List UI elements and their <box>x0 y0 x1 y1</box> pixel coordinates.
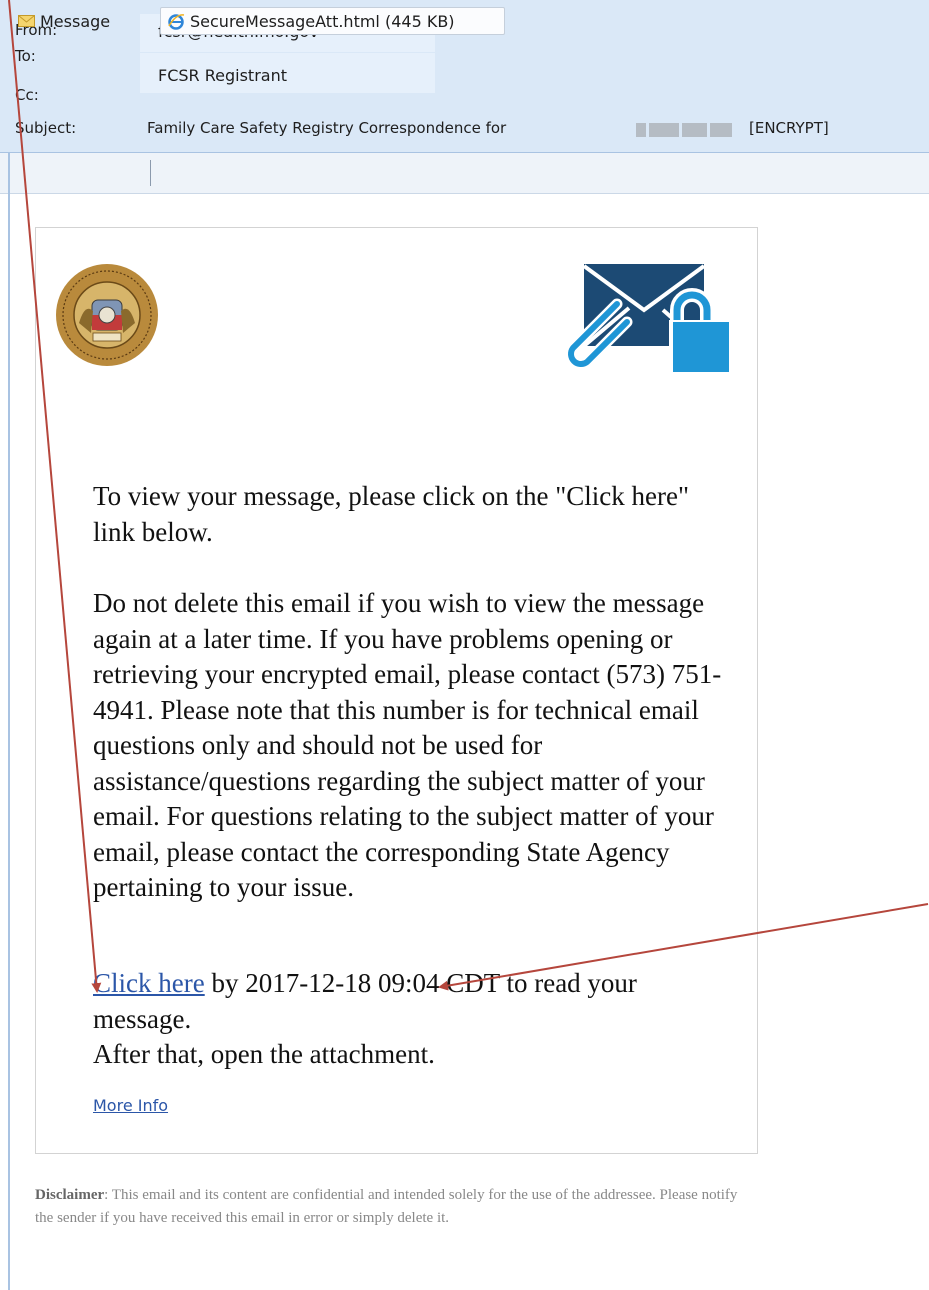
ie-icon <box>168 14 185 30</box>
attachment-bar <box>0 153 929 194</box>
more-info-link[interactable]: More Info <box>93 1096 168 1115</box>
subject-value: Family Care Safety Registry Corresponden… <box>147 119 507 137</box>
after-text: After that, open the attachment. <box>93 1039 435 1069</box>
to-label: To: <box>15 47 36 65</box>
attachment-item[interactable]: SecureMessageAtt.html (445 KB) <box>160 7 505 35</box>
redacted-name <box>636 122 741 137</box>
to-value[interactable]: FCSR Registrant <box>158 66 287 85</box>
click-here-link[interactable]: Click here <box>93 968 205 998</box>
disclaimer-text: : This email and its content are confide… <box>35 1187 738 1226</box>
reading-pane-edge <box>8 152 10 1290</box>
subject-label: Subject: <box>15 119 77 137</box>
disclaimer: Disclaimer: This email and its content a… <box>35 1184 755 1230</box>
secure-mail-lock-icon <box>565 264 731 374</box>
subject-encrypt-tag: [ENCRYPT] <box>749 119 829 137</box>
message-tab[interactable]: Message <box>14 7 142 35</box>
read-message-paragraph: Click here by 2017-12-18 09:04 CDT to re… <box>93 966 733 1073</box>
attachment-name: SecureMessageAtt.html (445 KB) <box>190 11 455 31</box>
missouri-seal-icon <box>56 264 158 366</box>
instruction-paragraph: To view your message, please click on th… <box>93 481 689 547</box>
tab-separator <box>150 160 151 186</box>
cc-label: Cc: <box>15 86 39 104</box>
help-paragraph: Do not delete this email if you wish to … <box>93 588 722 902</box>
disclaimer-label: Disclaimer <box>35 1187 105 1203</box>
envelope-icon <box>18 15 35 27</box>
message-tab-label: Message <box>40 11 111 31</box>
